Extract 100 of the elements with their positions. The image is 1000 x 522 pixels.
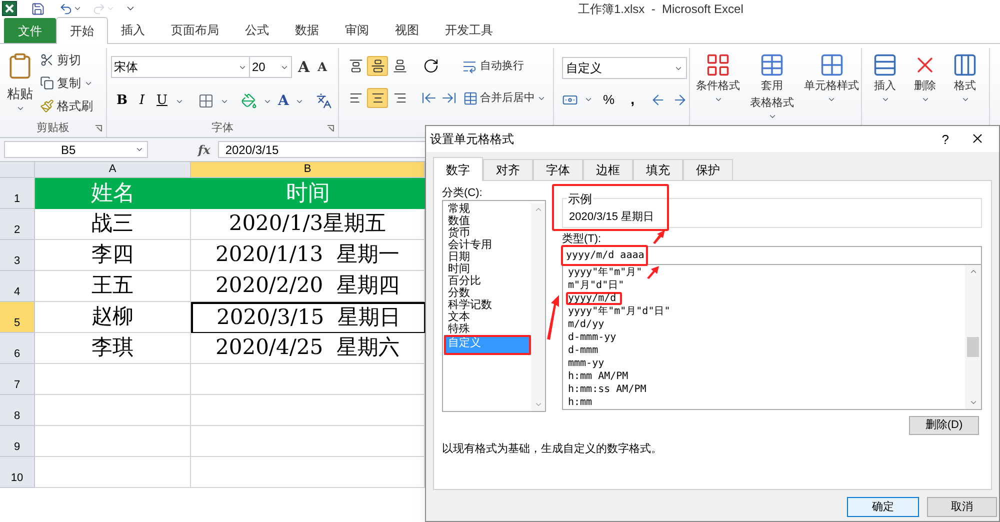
category-item[interactable]: 特殊 — [444, 323, 531, 335]
caret-icon — [920, 95, 930, 104]
increase-indent-icon[interactable] — [441, 90, 457, 106]
format-item[interactable]: d-mmm — [566, 344, 604, 357]
format-list[interactable]: yyyy"年"m"月" m"月"d"日" yyyy/m/d yyyy"年"m"月"d"日" m/d/yy d-mmm-yy d-mmm mmm-yy h:mm AM/PM h:mm:ss AM/PM h:mm — [562, 265, 982, 410]
row-header[interactable]: 6 — [0, 333, 35, 364]
row-header[interactable]: 2 — [0, 209, 35, 240]
cut-button[interactable]: 剪切 — [40, 50, 93, 70]
format-item[interactable]: h:mm AM/PM — [566, 370, 634, 383]
ribbon-tab[interactable]: 插入 — [108, 17, 158, 43]
comma-button[interactable]: , — [630, 89, 634, 110]
category-item[interactable]: 货币 — [444, 227, 531, 239]
font-name-field[interactable]: 宋体 — [111, 56, 250, 78]
copy-button[interactable]: 复制 — [40, 73, 93, 93]
format-item[interactable]: h:mm:ss AM/PM — [566, 383, 652, 396]
rotate-icon[interactable] — [423, 58, 439, 74]
format-item[interactable]: d-mmm-yy — [566, 331, 622, 344]
header-cell: 姓名 — [35, 178, 191, 209]
dialog-launcher-icon[interactable] — [327, 125, 334, 132]
row-header[interactable]: 9 — [0, 426, 35, 457]
type-field[interactable]: yyyy/m/d aaaa — [562, 246, 982, 265]
help-button[interactable]: ? — [942, 130, 949, 150]
paint-bucket-icon[interactable] — [241, 93, 257, 109]
scrollbar[interactable] — [965, 265, 981, 409]
row-header[interactable]: 5 — [0, 302, 35, 333]
border-icon[interactable] — [198, 93, 214, 109]
format-item[interactable]: m"月"d"日" — [566, 279, 630, 292]
scrollbar[interactable] — [531, 203, 545, 411]
save-icon[interactable] — [31, 2, 45, 16]
ribbon-button[interactable]: 格式 — [950, 48, 980, 119]
italic-button[interactable]: I — [135, 91, 149, 111]
ribbon-tab[interactable]: 公式 — [232, 17, 282, 43]
percent-button[interactable]: % — [603, 90, 615, 110]
ribbon-tab[interactable]: 数据 — [282, 17, 332, 43]
category-item[interactable]: 会计专用 — [444, 239, 531, 251]
column-header[interactable]: B — [191, 162, 425, 178]
ribbon-tab[interactable]: 开发工具 — [432, 17, 506, 43]
ribbon-button[interactable]: 套用 表格格式 — [748, 48, 796, 121]
name-box[interactable]: B5 — [4, 141, 148, 158]
format-item[interactable]: yyyy"年"m"月"d"日" — [566, 305, 676, 318]
row-header[interactable]: 8 — [0, 395, 35, 426]
phonetic-icon[interactable] — [316, 93, 332, 109]
scroll-thumb[interactable] — [967, 337, 979, 357]
wrap-text-button[interactable]: 自动换行 — [462, 58, 524, 74]
category-list[interactable]: 常规 数值 货币 会计专用 日期 时间 百分比 分数 科学记数 文本 特殊 自定义 — [442, 200, 546, 412]
ok-button[interactable]: 确定 — [847, 497, 919, 517]
ribbon-button[interactable]: 单元格样式 — [802, 48, 861, 121]
category-item[interactable]: 百分比 — [444, 275, 531, 287]
category-item[interactable]: 科学记数 — [444, 299, 531, 311]
dialog-tab[interactable]: 填充 — [633, 159, 683, 180]
dialog-tab[interactable]: 边框 — [583, 159, 633, 180]
function-label[interactable]: fx — [198, 140, 210, 158]
merge-center-button[interactable]: 合并后居中 — [463, 90, 546, 106]
row-header[interactable]: 10 — [0, 457, 35, 488]
dialog-tab[interactable]: 字体 — [533, 159, 583, 180]
row-header[interactable]: 1 — [0, 178, 35, 209]
format-item[interactable]: m/d/yy — [566, 318, 610, 331]
format-item[interactable]: yyyy"年"m"月" — [566, 266, 648, 279]
dialog-tab[interactable]: 对齐 — [483, 159, 533, 180]
ribbon-tab[interactable]: 页面布局 — [158, 17, 232, 43]
undo-icon[interactable] — [59, 2, 73, 16]
ribbon-button[interactable]: 删除 — [910, 48, 940, 119]
row-header[interactable]: 4 — [0, 271, 35, 302]
ribbon-tab[interactable]: 审阅 — [332, 17, 382, 43]
dialog-launcher-icon[interactable] — [95, 125, 102, 132]
file-tab[interactable]: 文件 — [4, 18, 56, 43]
dialog-tab[interactable]: 保护 — [683, 159, 733, 180]
format-item[interactable]: mmm-yy — [566, 357, 610, 370]
description-text: 以现有格式为基础，生成自定义的数字格式。 — [441, 442, 662, 457]
delete-button[interactable]: 删除(D) — [909, 416, 979, 435]
category-item[interactable]: 常规 — [444, 203, 531, 215]
grow-font-button[interactable]: A — [298, 56, 310, 78]
format-item[interactable]: h:mm — [566, 396, 598, 409]
row-header[interactable]: 7 — [0, 364, 35, 395]
ribbon-button[interactable]: 插入 — [870, 48, 900, 119]
underline-button[interactable]: U — [155, 91, 169, 111]
arrow — [546, 294, 560, 340]
category-item[interactable]: 日期 — [444, 251, 531, 263]
decrease-indent-icon[interactable] — [421, 90, 437, 106]
shrink-font-button[interactable]: A — [318, 58, 327, 76]
paste-button[interactable]: 粘贴 — [0, 48, 40, 119]
close-button[interactable] — [970, 131, 985, 146]
ribbon-tab[interactable]: 开始 — [56, 17, 108, 44]
cancel-button[interactable]: 取消 — [927, 497, 997, 517]
category-item[interactable]: 文本 — [444, 311, 531, 323]
ribbon-button[interactable]: 条件格式 — [694, 48, 742, 121]
dialog-tab[interactable]: 数字 — [433, 157, 483, 181]
category-item[interactable]: 数值 — [444, 215, 531, 227]
format-item[interactable]: yyyy/m/d — [566, 292, 622, 305]
bold-button[interactable]: B — [115, 91, 129, 111]
ribbon-tab[interactable]: 视图 — [382, 17, 432, 43]
font-size-field[interactable]: 20 — [250, 56, 292, 78]
format-painter-button[interactable]: 格式刷 — [40, 96, 93, 116]
row-header[interactable]: 3 — [0, 240, 35, 271]
category-item[interactable]: 分数 — [444, 287, 531, 299]
number-format-field[interactable]: 自定义 — [562, 57, 687, 79]
font-color-button[interactable]: A — [278, 90, 289, 112]
align-button[interactable] — [367, 56, 388, 76]
category-item[interactable]: 时间 — [444, 263, 531, 275]
align-button[interactable] — [367, 88, 388, 108]
